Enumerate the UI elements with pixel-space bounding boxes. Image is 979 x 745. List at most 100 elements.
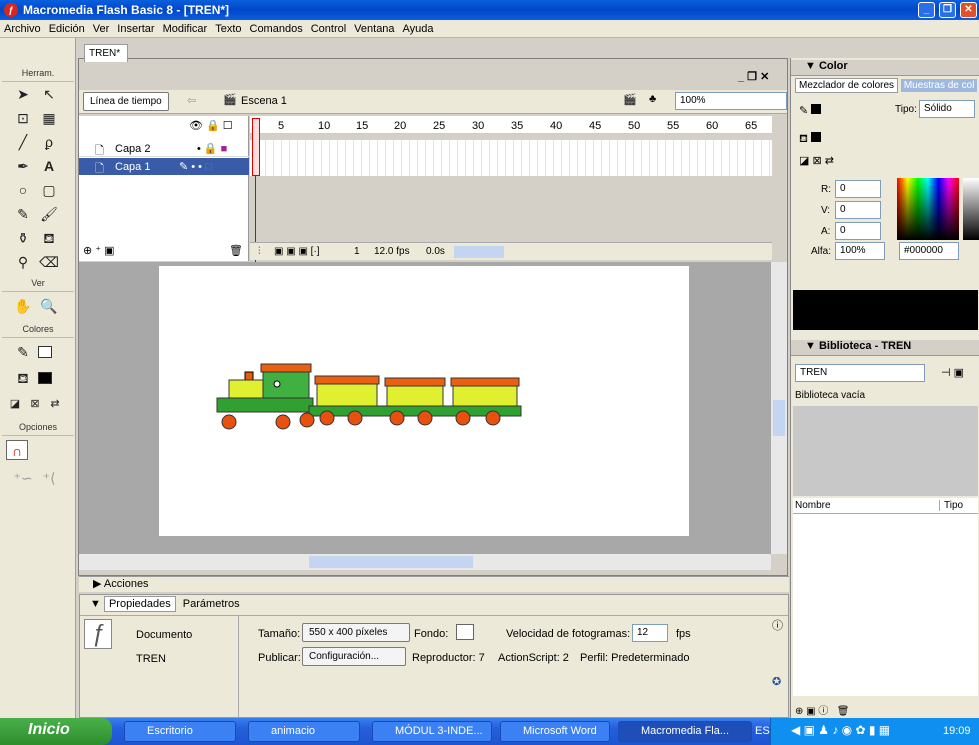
layer-visibility-header-icons[interactable]: 👁 🔒 ☐	[189, 119, 233, 132]
free-transform-tool-icon[interactable]: ⊡	[12, 108, 34, 128]
menu-ventana[interactable]: Ventana	[350, 23, 398, 35]
column-type[interactable]: Tipo	[939, 500, 963, 511]
blue-input[interactable]: 0	[835, 222, 881, 240]
tab-properties[interactable]: Propiedades	[103, 596, 176, 612]
frame-ruler[interactable]: 5 10 15 20 25 30 35 40 45 50 55 60 65	[250, 116, 772, 134]
stage[interactable]	[159, 266, 689, 536]
document-tab[interactable]: TREN*	[84, 44, 128, 62]
pen-tool-icon[interactable]: ✒	[12, 156, 34, 176]
zoom-tool-icon[interactable]: 🔍	[38, 296, 60, 316]
edit-symbol-icon[interactable]: ♣	[649, 93, 656, 105]
ink-bottle-tool-icon[interactable]: ⚱	[12, 228, 34, 248]
stage-hscrollbar[interactable]	[79, 554, 771, 570]
tray-icons[interactable]: ◀ ▣ ♟ ♪ ◉ ✿ ▮ ▦	[791, 723, 890, 737]
actions-panel-header[interactable]: ▶ Acciones	[79, 576, 789, 592]
hand-tool-icon[interactable]: ✋	[12, 296, 34, 316]
alpha-input[interactable]: 100%	[835, 242, 885, 260]
column-name[interactable]: Nombre	[795, 500, 831, 511]
language-indicator[interactable]: ES	[755, 725, 770, 737]
layer-row-selected[interactable]: 🗋 Capa 1 ✎ • • □	[79, 158, 249, 175]
tab-parameters[interactable]: Parámetros	[179, 597, 244, 611]
eraser-tool-icon[interactable]: ⌫	[38, 252, 60, 272]
timeline-button[interactable]: Línea de tiempo	[83, 92, 169, 111]
snap-magnet-icon[interactable]: ∩	[6, 440, 28, 460]
gradient-transform-tool-icon[interactable]: ▦	[38, 108, 60, 128]
lasso-tool-icon[interactable]: ϼ	[38, 132, 60, 152]
menu-ayuda[interactable]: Ayuda	[399, 23, 438, 35]
stroke-color-control[interactable]: ✎	[799, 104, 822, 117]
stage-vscrollbar[interactable]	[771, 262, 787, 554]
menu-ver[interactable]: Ver	[89, 23, 114, 35]
train-drawing[interactable]	[159, 266, 689, 536]
minimize-button[interactable]: _	[918, 2, 935, 18]
menu-insertar[interactable]: Insertar	[113, 23, 158, 35]
subselection-tool-icon[interactable]: ↖	[38, 84, 60, 104]
onion-skin-icons[interactable]: ▣ ▣ ▣ [·]	[274, 246, 320, 257]
black-white-icon[interactable]: ◪	[4, 394, 26, 414]
brightness-slider[interactable]	[963, 178, 979, 240]
fill-color-icon[interactable]: ⛾	[12, 368, 34, 388]
publish-settings-button[interactable]: Configuración...	[302, 647, 406, 666]
library-pin-icons[interactable]: ⊣ ▣	[941, 366, 964, 379]
frame-rate-input[interactable]: 12	[632, 624, 668, 642]
back-arrow-icon[interactable]: ⇦	[187, 94, 196, 107]
tab-color-mixer[interactable]: Mezclador de colores	[795, 78, 899, 93]
close-button[interactable]: ✕	[960, 2, 977, 18]
color-spectrum[interactable]	[897, 178, 959, 240]
brush-tool-icon[interactable]: 🖌	[38, 204, 60, 224]
selection-tool-icon[interactable]: ➤	[12, 84, 34, 104]
accessibility-icon[interactable]: ✪	[772, 675, 781, 688]
hex-input[interactable]: #000000	[899, 242, 959, 260]
start-button[interactable]: Inicio	[0, 718, 112, 745]
zoom-select[interactable]: 100%	[675, 92, 787, 110]
library-select[interactable]: TREN	[795, 364, 925, 382]
color-panel-header[interactable]: ▼ Color	[791, 60, 979, 76]
menu-control[interactable]: Control	[307, 23, 350, 35]
help-icon[interactable]: ⓘ	[772, 617, 783, 633]
type-select[interactable]: Sólido	[919, 100, 975, 118]
task-flash[interactable]: Macromedia Fla...	[618, 721, 752, 742]
layer-row[interactable]: 🗋 Capa 2 • 🔒 ■	[79, 140, 249, 157]
document-window-controls[interactable]: _ ❐ ✕	[738, 70, 769, 83]
delete-layer-icon[interactable]: 🗑	[229, 244, 243, 257]
stroke-color-swatch[interactable]	[38, 346, 52, 358]
library-panel-header[interactable]: ▼ Biblioteca - TREN	[791, 340, 979, 356]
task-modul[interactable]: MÓDUL 3-INDE...	[372, 721, 492, 742]
library-list[interactable]	[793, 514, 978, 696]
pencil-tool-icon[interactable]: ✎	[12, 204, 34, 224]
layer-controls[interactable]: • 🔒 ■	[197, 142, 227, 155]
paint-bucket-tool-icon[interactable]: ⛾	[38, 228, 60, 248]
menu-modificar[interactable]: Modificar	[159, 23, 212, 35]
task-animacio[interactable]: animacio	[248, 721, 360, 742]
task-escritorio[interactable]: Escritorio	[124, 721, 236, 742]
stroke-color-icon[interactable]: ✎	[12, 342, 34, 362]
swap-colors-icon[interactable]: ⇄	[44, 394, 66, 414]
menu-comandos[interactable]: Comandos	[246, 23, 307, 35]
size-button[interactable]: 550 x 400 píxeles	[302, 623, 410, 642]
background-color-swatch[interactable]	[456, 624, 474, 640]
color-mode-icons[interactable]: ◪ ⊠ ⇄	[799, 154, 834, 167]
layer-controls[interactable]: ✎ • • □	[179, 160, 212, 173]
eyedropper-tool-icon[interactable]: ⚲	[12, 252, 34, 272]
library-footer-icons[interactable]: ⊕ ▣ ⓘ 🗑	[795, 702, 849, 717]
menu-archivo[interactable]: Archivo	[0, 23, 45, 35]
playhead[interactable]	[252, 118, 260, 176]
menu-texto[interactable]: Texto	[211, 23, 245, 35]
fill-color-control[interactable]: ⛾	[799, 132, 822, 147]
green-input[interactable]: 0	[835, 201, 881, 219]
frame-grid[interactable]	[250, 140, 772, 176]
text-tool-icon[interactable]: A	[38, 156, 60, 176]
red-input[interactable]: 0	[835, 180, 881, 198]
fill-color-swatch[interactable]	[38, 372, 52, 384]
oval-tool-icon[interactable]: ○	[12, 180, 34, 200]
no-color-icon[interactable]: ⊠	[24, 394, 46, 414]
restore-button[interactable]: ❐	[939, 2, 956, 18]
line-tool-icon[interactable]: ╱	[12, 132, 34, 152]
timeline-hscrollbar[interactable]	[454, 246, 504, 258]
tab-color-swatches[interactable]: Muestras de col	[900, 79, 978, 92]
edit-scene-icon[interactable]: 🎬	[623, 93, 637, 106]
rectangle-tool-icon[interactable]: ▢	[38, 180, 60, 200]
task-word[interactable]: Microsoft Word	[500, 721, 610, 742]
center-frame-icon[interactable]: ⫶	[258, 246, 261, 257]
menu-edicion[interactable]: Edición	[45, 23, 89, 35]
